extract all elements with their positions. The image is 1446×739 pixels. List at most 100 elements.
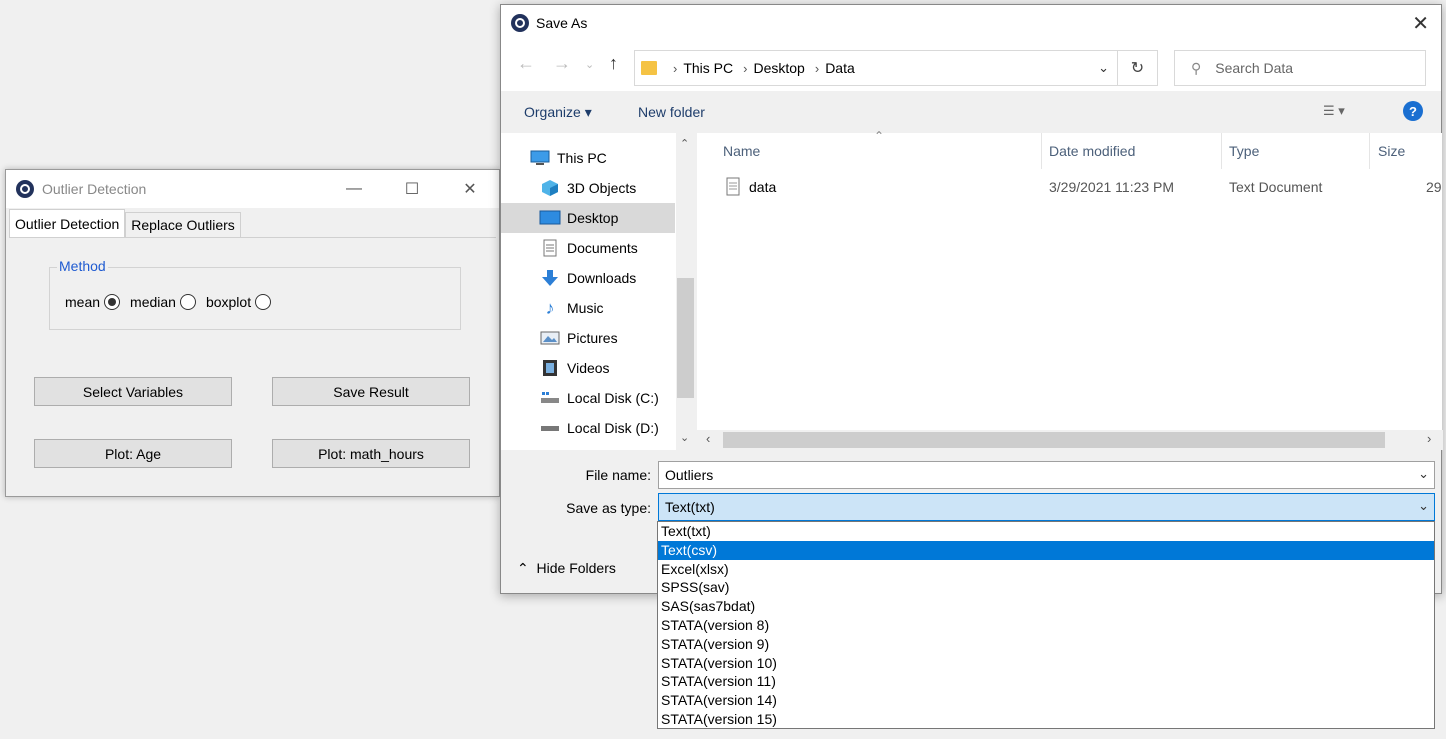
nav-scrollbar[interactable]: ⌃ ⌄ [676, 133, 696, 450]
navigation-pane: This PC 3D Objects Desktop Documents Dow… [501, 133, 696, 450]
scroll-down-icon[interactable]: ⌄ [680, 431, 689, 444]
back-arrow-icon[interactable]: ← [517, 53, 535, 74]
folder-icon [641, 61, 657, 75]
refresh-icon[interactable]: ↻ [1117, 51, 1157, 85]
radio-option-median[interactable]: median [130, 294, 196, 310]
dropdown-option[interactable]: SAS(sas7bdat) [658, 597, 1434, 616]
column-header-date[interactable]: Date modified [1049, 143, 1135, 159]
sidebar-item-label: Pictures [567, 330, 618, 346]
dropdown-option[interactable]: Text(txt) [658, 522, 1434, 541]
tab-outlier-detection[interactable]: Outlier Detection [9, 209, 126, 237]
save-as-type-label: Save as type: [566, 500, 651, 516]
chevron-down-icon[interactable]: ⌄ [1098, 60, 1109, 76]
save-as-type-select[interactable]: Text(txt) ⌄ [658, 493, 1435, 521]
column-header-size[interactable]: Size [1378, 143, 1405, 159]
plot-age-button[interactable]: Plot: Age [34, 439, 232, 468]
outlier-window-titlebar[interactable]: Outlier Detection — ☐ ✕ [6, 170, 499, 208]
hide-folders-button[interactable]: ⌃ Hide Folders [517, 560, 616, 577]
save-as-type-value: Text(txt) [665, 499, 715, 515]
file-name-input[interactable]: Outliers [665, 467, 713, 483]
file-name-label: File name: [585, 467, 651, 483]
sidebar-item-desktop[interactable]: Desktop [501, 203, 675, 233]
method-groupbox: Method mean median boxplot [49, 258, 461, 330]
column-divider[interactable] [1041, 133, 1042, 169]
save-type-dropdown-list: Text(txt) Text(csv) Excel(xlsx) SPSS(sav… [657, 521, 1435, 729]
radio-mean[interactable] [104, 294, 121, 310]
table-row[interactable]: data 3/29/2021 11:23 PM Text Document 29 [697, 176, 1443, 200]
search-box[interactable]: ⚲ Search Data [1174, 50, 1426, 86]
radio-label-mean: mean [65, 294, 101, 310]
dropdown-option[interactable]: Excel(xlsx) [658, 560, 1434, 579]
dialog-toolbar: Organize ▾ New folder ☰ ▾ ? [501, 91, 1441, 133]
sidebar-item-label: Local Disk (C:) [567, 390, 659, 406]
outlier-tab-panel: Method mean median boxplot Select Variab… [9, 237, 496, 493]
dropdown-option[interactable]: STATA(version 11) [658, 672, 1434, 691]
column-header-type[interactable]: Type [1229, 143, 1259, 159]
plot-math-hours-button[interactable]: Plot: math_hours [272, 439, 470, 468]
horizontal-scrollbar[interactable]: ‹ › [697, 430, 1443, 450]
dropdown-option[interactable]: STATA(version 15) [658, 710, 1434, 729]
chevron-right-icon: › [673, 60, 678, 76]
computer-icon [529, 149, 551, 167]
select-variables-button[interactable]: Select Variables [34, 377, 232, 406]
dropdown-option[interactable]: STATA(version 8) [658, 616, 1434, 635]
dropdown-option[interactable]: SPSS(sav) [658, 578, 1434, 597]
column-divider[interactable] [1369, 133, 1370, 169]
documents-icon [539, 239, 561, 257]
recent-dropdown-icon[interactable]: ⌄ [585, 58, 594, 71]
search-input[interactable]: Search Data [1215, 60, 1293, 76]
close-icon[interactable]: ✕ [1412, 11, 1429, 36]
view-options-icon[interactable]: ☰ ▾ [1323, 103, 1345, 119]
minimize-button[interactable]: — [325, 170, 383, 208]
organize-button[interactable]: Organize ▾ [524, 104, 592, 121]
column-header-name[interactable]: Name [723, 143, 760, 159]
outlier-detection-window: Outlier Detection — ☐ ✕ Outlier Detectio… [5, 169, 500, 497]
breadcrumb-data[interactable]: Data [825, 60, 855, 76]
sidebar-item-label: Local Disk (D:) [567, 420, 659, 436]
file-type-cell: Text Document [1229, 179, 1323, 195]
file-name-cell: data [749, 179, 777, 195]
save-as-titlebar[interactable]: Save As ✕ [501, 5, 1441, 41]
forward-arrow-icon[interactable]: → [553, 53, 571, 74]
scroll-right-icon[interactable]: › [1427, 431, 1431, 446]
desktop-icon [539, 209, 561, 227]
music-note-icon: ♪ [545, 297, 555, 318]
new-folder-button[interactable]: New folder [638, 104, 705, 120]
radio-boxplot[interactable] [255, 294, 272, 310]
up-arrow-icon[interactable]: ↑ [609, 53, 618, 74]
sidebar-item-label: 3D Objects [567, 180, 637, 196]
radio-option-boxplot[interactable]: boxplot [205, 294, 272, 310]
scroll-up-icon[interactable]: ⌃ [680, 137, 689, 150]
radio-label-boxplot: boxplot [205, 294, 252, 310]
radio-median[interactable] [179, 294, 196, 310]
scroll-left-icon[interactable]: ‹ [706, 431, 710, 446]
dropdown-option[interactable]: STATA(version 9) [658, 635, 1434, 654]
address-bar[interactable]: › This PC › Desktop › Data ⌄ ↻ [634, 50, 1158, 86]
breadcrumb-desktop[interactable]: Desktop [753, 60, 804, 76]
horizontal-scroll-thumb[interactable] [723, 432, 1385, 448]
file-name-field[interactable]: Outliers ⌄ [658, 461, 1435, 489]
breadcrumb-this-pc[interactable]: This PC [683, 60, 733, 76]
tab-replace-outliers[interactable]: Replace Outliers [125, 212, 241, 237]
save-result-button[interactable]: Save Result [272, 377, 470, 406]
column-divider[interactable] [1221, 133, 1222, 169]
dropdown-option[interactable]: Text(csv) [658, 540, 1434, 560]
sidebar-item-label: Music [567, 300, 604, 316]
radio-option-mean[interactable]: mean [65, 294, 121, 310]
nav-scroll-thumb[interactable] [677, 278, 694, 398]
chevron-down-icon[interactable]: ⌄ [1418, 466, 1429, 482]
sidebar-item-label: This PC [557, 150, 607, 166]
dropdown-option[interactable]: STATA(version 14) [658, 691, 1434, 710]
radio-label-median: median [130, 294, 176, 310]
sort-indicator-icon: ⌃ [874, 129, 885, 143]
close-button[interactable]: ✕ [441, 170, 499, 208]
file-size-cell: 29 [1426, 179, 1442, 195]
chevron-right-icon: › [814, 60, 820, 76]
download-arrow-icon [539, 269, 561, 287]
outlier-tabs: Outlier Detection Replace Outliers [9, 209, 241, 237]
chevron-down-icon[interactable]: ⌄ [1418, 498, 1429, 514]
chevron-right-icon: › [743, 60, 748, 76]
help-icon[interactable]: ? [1403, 101, 1423, 121]
maximize-button[interactable]: ☐ [383, 170, 441, 208]
dropdown-option[interactable]: STATA(version 10) [658, 654, 1434, 673]
